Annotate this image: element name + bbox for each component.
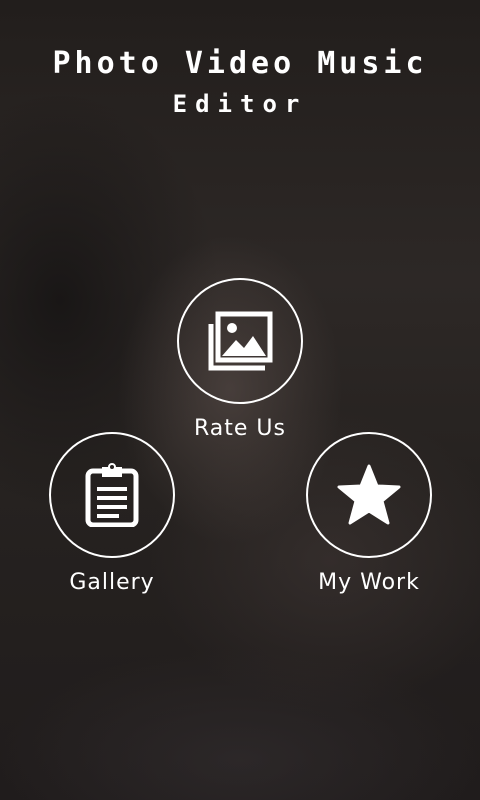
app-title: Photo Video Music: [52, 46, 428, 81]
photos-icon: [208, 311, 273, 371]
app-subtitle: Editor: [172, 90, 308, 118]
clipboard-icon: [85, 463, 139, 527]
my-work-label: My Work: [318, 570, 420, 595]
home-screen: Photo Video Music Editor Rate Us Gallery…: [0, 0, 480, 800]
gallery-circle[interactable]: [49, 432, 175, 558]
rate-us-button[interactable]: Rate Us: [160, 278, 320, 441]
my-work-circle[interactable]: [306, 432, 432, 558]
star-icon: [337, 464, 401, 525]
my-work-button[interactable]: My Work: [289, 432, 449, 595]
gallery-button[interactable]: Gallery: [32, 432, 192, 595]
rate-us-circle[interactable]: [177, 278, 303, 404]
gallery-label: Gallery: [69, 570, 155, 595]
